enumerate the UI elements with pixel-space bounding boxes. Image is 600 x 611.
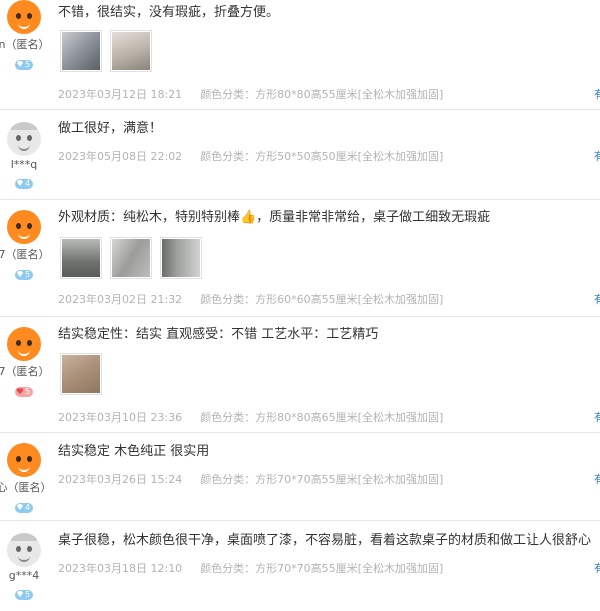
diamond-icon (16, 504, 23, 510)
member-level-badge: 5 (14, 387, 34, 397)
avatar[interactable] (7, 533, 41, 567)
review-date: 2023年03月02日 21:32 (58, 293, 183, 306)
reviewer-name: 7（匿名） (0, 248, 50, 261)
review-meta: 2023年03月10日 23:36 颜色分类：方形80*80高65厘米[全松木加强… (58, 409, 443, 425)
sku-spec: 颜色分类：方形70*70高55厘米[全松木加强加固] (200, 473, 444, 486)
review-meta: 2023年03月26日 15:24 颜色分类：方形70*70高55厘米[全松木加强… (58, 471, 443, 487)
review-meta: 2023年03月12日 18:21 颜色分类：方形80*80高55厘米[全松木加强… (58, 86, 443, 102)
review-text: 不错，很结实，没有瑕疵，折叠方便。 (58, 5, 280, 20)
review-photo[interactable] (60, 30, 102, 72)
avatar[interactable] (7, 443, 41, 477)
review-text: 做工很好，满意！ (58, 121, 163, 136)
diamond-icon (16, 61, 23, 67)
reviewer-info: n（匿名） 5 (0, 0, 56, 71)
review-item: 7（匿名） 5 结实稳定性：结实 直观感受：不错 工艺水平：工艺精巧 2023年… (0, 317, 600, 433)
member-level-badge: 5 (14, 590, 34, 600)
useful-link[interactable]: 有 (594, 148, 600, 164)
review-meta: 2023年05月08日 22:02 颜色分类：方形50*50高50厘米[全松木加强… (58, 148, 443, 164)
review-photo[interactable] (60, 237, 102, 279)
sku-spec: 颜色分类：方形60*60高55厘米[全松木加强加固] (200, 293, 444, 306)
useful-link[interactable]: 有 (594, 560, 600, 576)
review-photo[interactable] (60, 353, 102, 395)
sku-spec: 颜色分类：方形50*50高50厘米[全松木加强加固] (200, 150, 444, 163)
useful-link[interactable]: 有 (594, 291, 600, 307)
review-date: 2023年03月12日 18:21 (58, 88, 183, 101)
review-item: 7（匿名） 5 外观材质：纯松木，特别特别棒👍，质量非常非常给，桌子做工细致无瑕… (0, 200, 600, 317)
review-item: 心（匿名） 4 结实稳定 木色纯正 很实用 2023年03月26日 15:24 颜… (0, 433, 600, 521)
member-level-badge: 4 (14, 179, 34, 189)
review-item: n（匿名） 5 不错，很结实，没有瑕疵，折叠方便。 2023年03月12日 18… (0, 0, 600, 110)
sku-spec: 颜色分类：方形70*70高55厘米[全松木加强加固] (200, 562, 444, 575)
useful-link[interactable]: 有 (594, 86, 600, 102)
reviewer-name: 7（匿名） (0, 365, 50, 378)
reviewer-info: l***q 4 (0, 122, 56, 190)
useful-link[interactable]: 有 (594, 471, 600, 487)
review-text: 桌子很稳，松木颜色很干净，桌面喷了漆，不容易脏，看着这款桌子的材质和做工让人很舒… (58, 533, 592, 548)
reviewer-name: n（匿名） (0, 38, 50, 51)
review-item: l***q 4 做工很好，满意！ 2023年05月08日 22:02 颜色分类：方… (0, 110, 600, 200)
member-level-badge: 5 (14, 270, 34, 280)
review-meta: 2023年03月18日 12:10 颜色分类：方形70*70高55厘米[全松木加强… (58, 560, 443, 576)
diamond-icon (16, 271, 23, 277)
avatar[interactable] (7, 327, 41, 361)
review-text: 结实稳定 木色纯正 很实用 (58, 444, 210, 459)
review-date: 2023年03月10日 23:36 (58, 411, 183, 424)
review-date: 2023年03月26日 15:24 (58, 473, 183, 486)
reviewer-name: g***4 (8, 569, 40, 582)
heart-icon (16, 388, 24, 394)
avatar[interactable] (7, 122, 41, 156)
review-date: 2023年03月18日 12:10 (58, 562, 183, 575)
reviewer-info: 心（匿名） 4 (0, 443, 56, 514)
review-date: 2023年05月08日 22:02 (58, 150, 183, 163)
reviewer-name: l***q (10, 158, 38, 171)
reviewer-info: 7（匿名） 5 (0, 210, 56, 281)
sku-spec: 颜色分类：方形80*80高55厘米[全松木加强加固] (200, 88, 444, 101)
sku-spec: 颜色分类：方形80*80高65厘米[全松木加强加固] (200, 411, 444, 424)
review-text: 结实稳定性：结实 直观感受：不错 工艺水平：工艺精巧 (58, 327, 379, 342)
reviewer-info: g***4 5 (0, 533, 56, 601)
avatar[interactable] (7, 0, 41, 34)
avatar[interactable] (7, 210, 41, 244)
member-level-badge: 5 (14, 60, 34, 70)
reviewer-info: 7（匿名） 5 (0, 327, 56, 398)
diamond-icon (16, 180, 23, 186)
reviewer-name: 心（匿名） (0, 481, 52, 494)
review-meta: 2023年03月02日 21:32 颜色分类：方形60*60高55厘米[全松木加强… (58, 291, 443, 307)
member-level-badge: 4 (14, 503, 34, 513)
diamond-icon (16, 591, 23, 597)
review-item: g***4 5 桌子很稳，松木颜色很干净，桌面喷了漆，不容易脏，看着这款桌子的材… (0, 521, 600, 611)
review-photo[interactable] (160, 237, 202, 279)
review-photo[interactable] (110, 237, 152, 279)
review-text: 外观材质：纯松木，特别特别棒👍，质量非常非常给，桌子做工细致无瑕疵 (58, 210, 491, 225)
useful-link[interactable]: 有 (594, 409, 600, 425)
review-photo[interactable] (110, 30, 152, 72)
